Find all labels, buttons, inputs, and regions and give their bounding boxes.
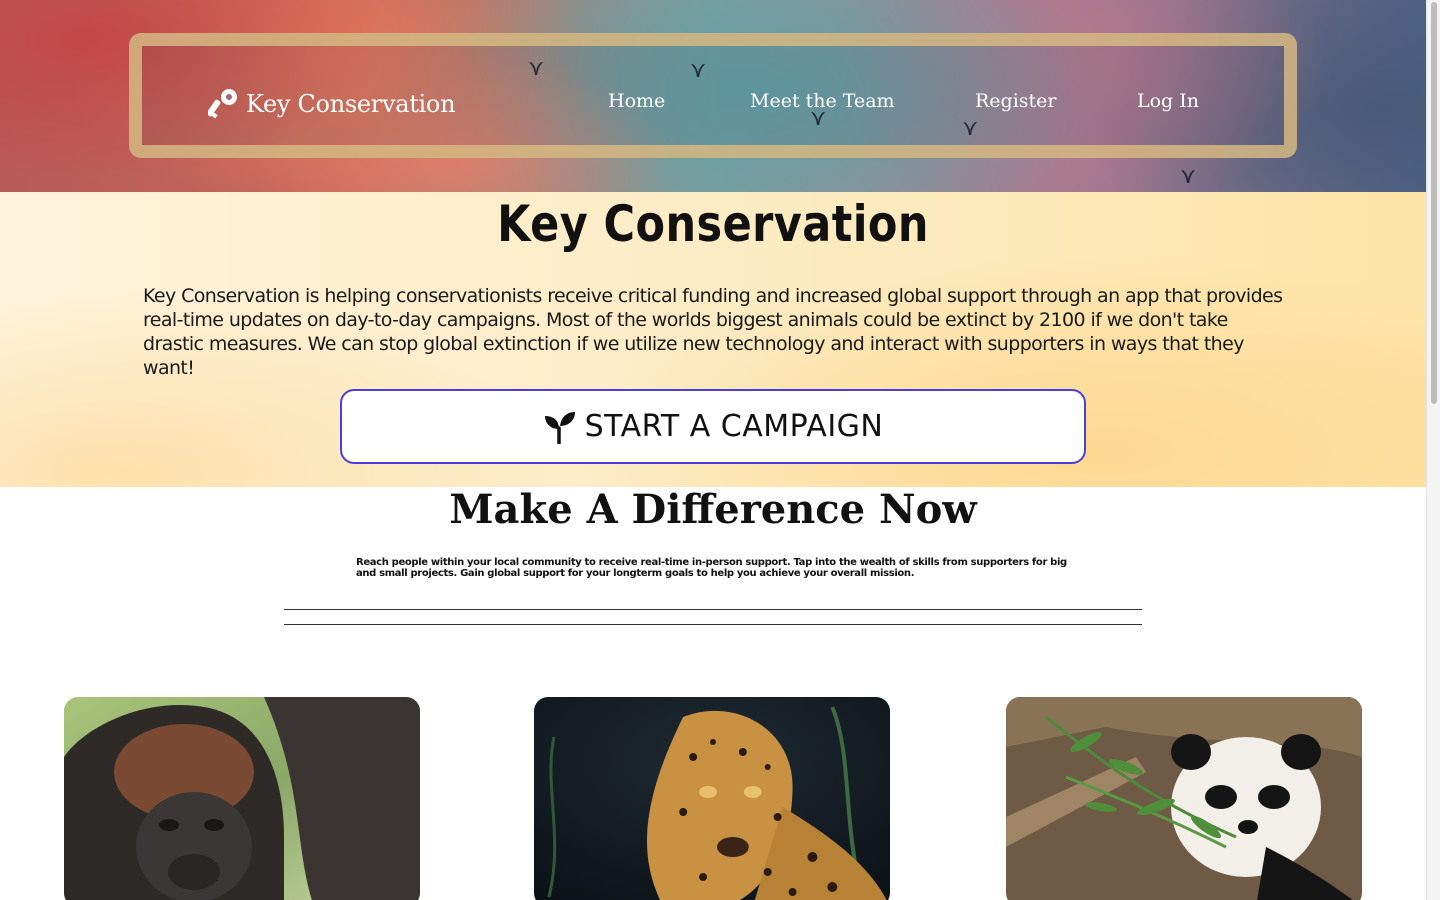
difference-paragraph: Reach people within your local community…	[356, 557, 1067, 579]
panda-image	[1006, 697, 1362, 900]
panda-card-image[interactable]	[1006, 697, 1362, 900]
bird-decoration: ⋎	[1180, 164, 1197, 189]
scrollbar-thumb[interactable]	[1431, 2, 1437, 404]
intro-paragraph: Key Conservation is helping conservation…	[143, 285, 1283, 379]
difference-heading: Make A Difference Now	[449, 486, 977, 533]
key-icon	[208, 89, 237, 119]
nav-meet-the-team[interactable]: Meet the Team	[750, 90, 895, 112]
brand-name: Key Conservation	[246, 90, 456, 118]
page-scrollbar[interactable]	[1426, 0, 1440, 900]
nav-home[interactable]: Home	[608, 90, 665, 112]
leopard-image	[534, 697, 890, 900]
sprout-icon	[544, 411, 575, 444]
gorilla-image	[64, 697, 420, 900]
nav-register[interactable]: Register	[975, 90, 1057, 112]
page-title: Key Conservation	[497, 195, 929, 253]
divider-line	[284, 624, 1142, 625]
nav-log-in[interactable]: Log In	[1137, 90, 1199, 112]
divider-line	[284, 609, 1142, 610]
gorilla-card-image[interactable]	[64, 697, 420, 900]
start-campaign-button[interactable]: START A CAMPAIGN	[340, 389, 1086, 464]
brand-logo[interactable]: Key Conservation	[208, 84, 456, 124]
leopard-card-image[interactable]	[534, 697, 890, 900]
start-campaign-label: START A CAMPAIGN	[584, 409, 884, 444]
